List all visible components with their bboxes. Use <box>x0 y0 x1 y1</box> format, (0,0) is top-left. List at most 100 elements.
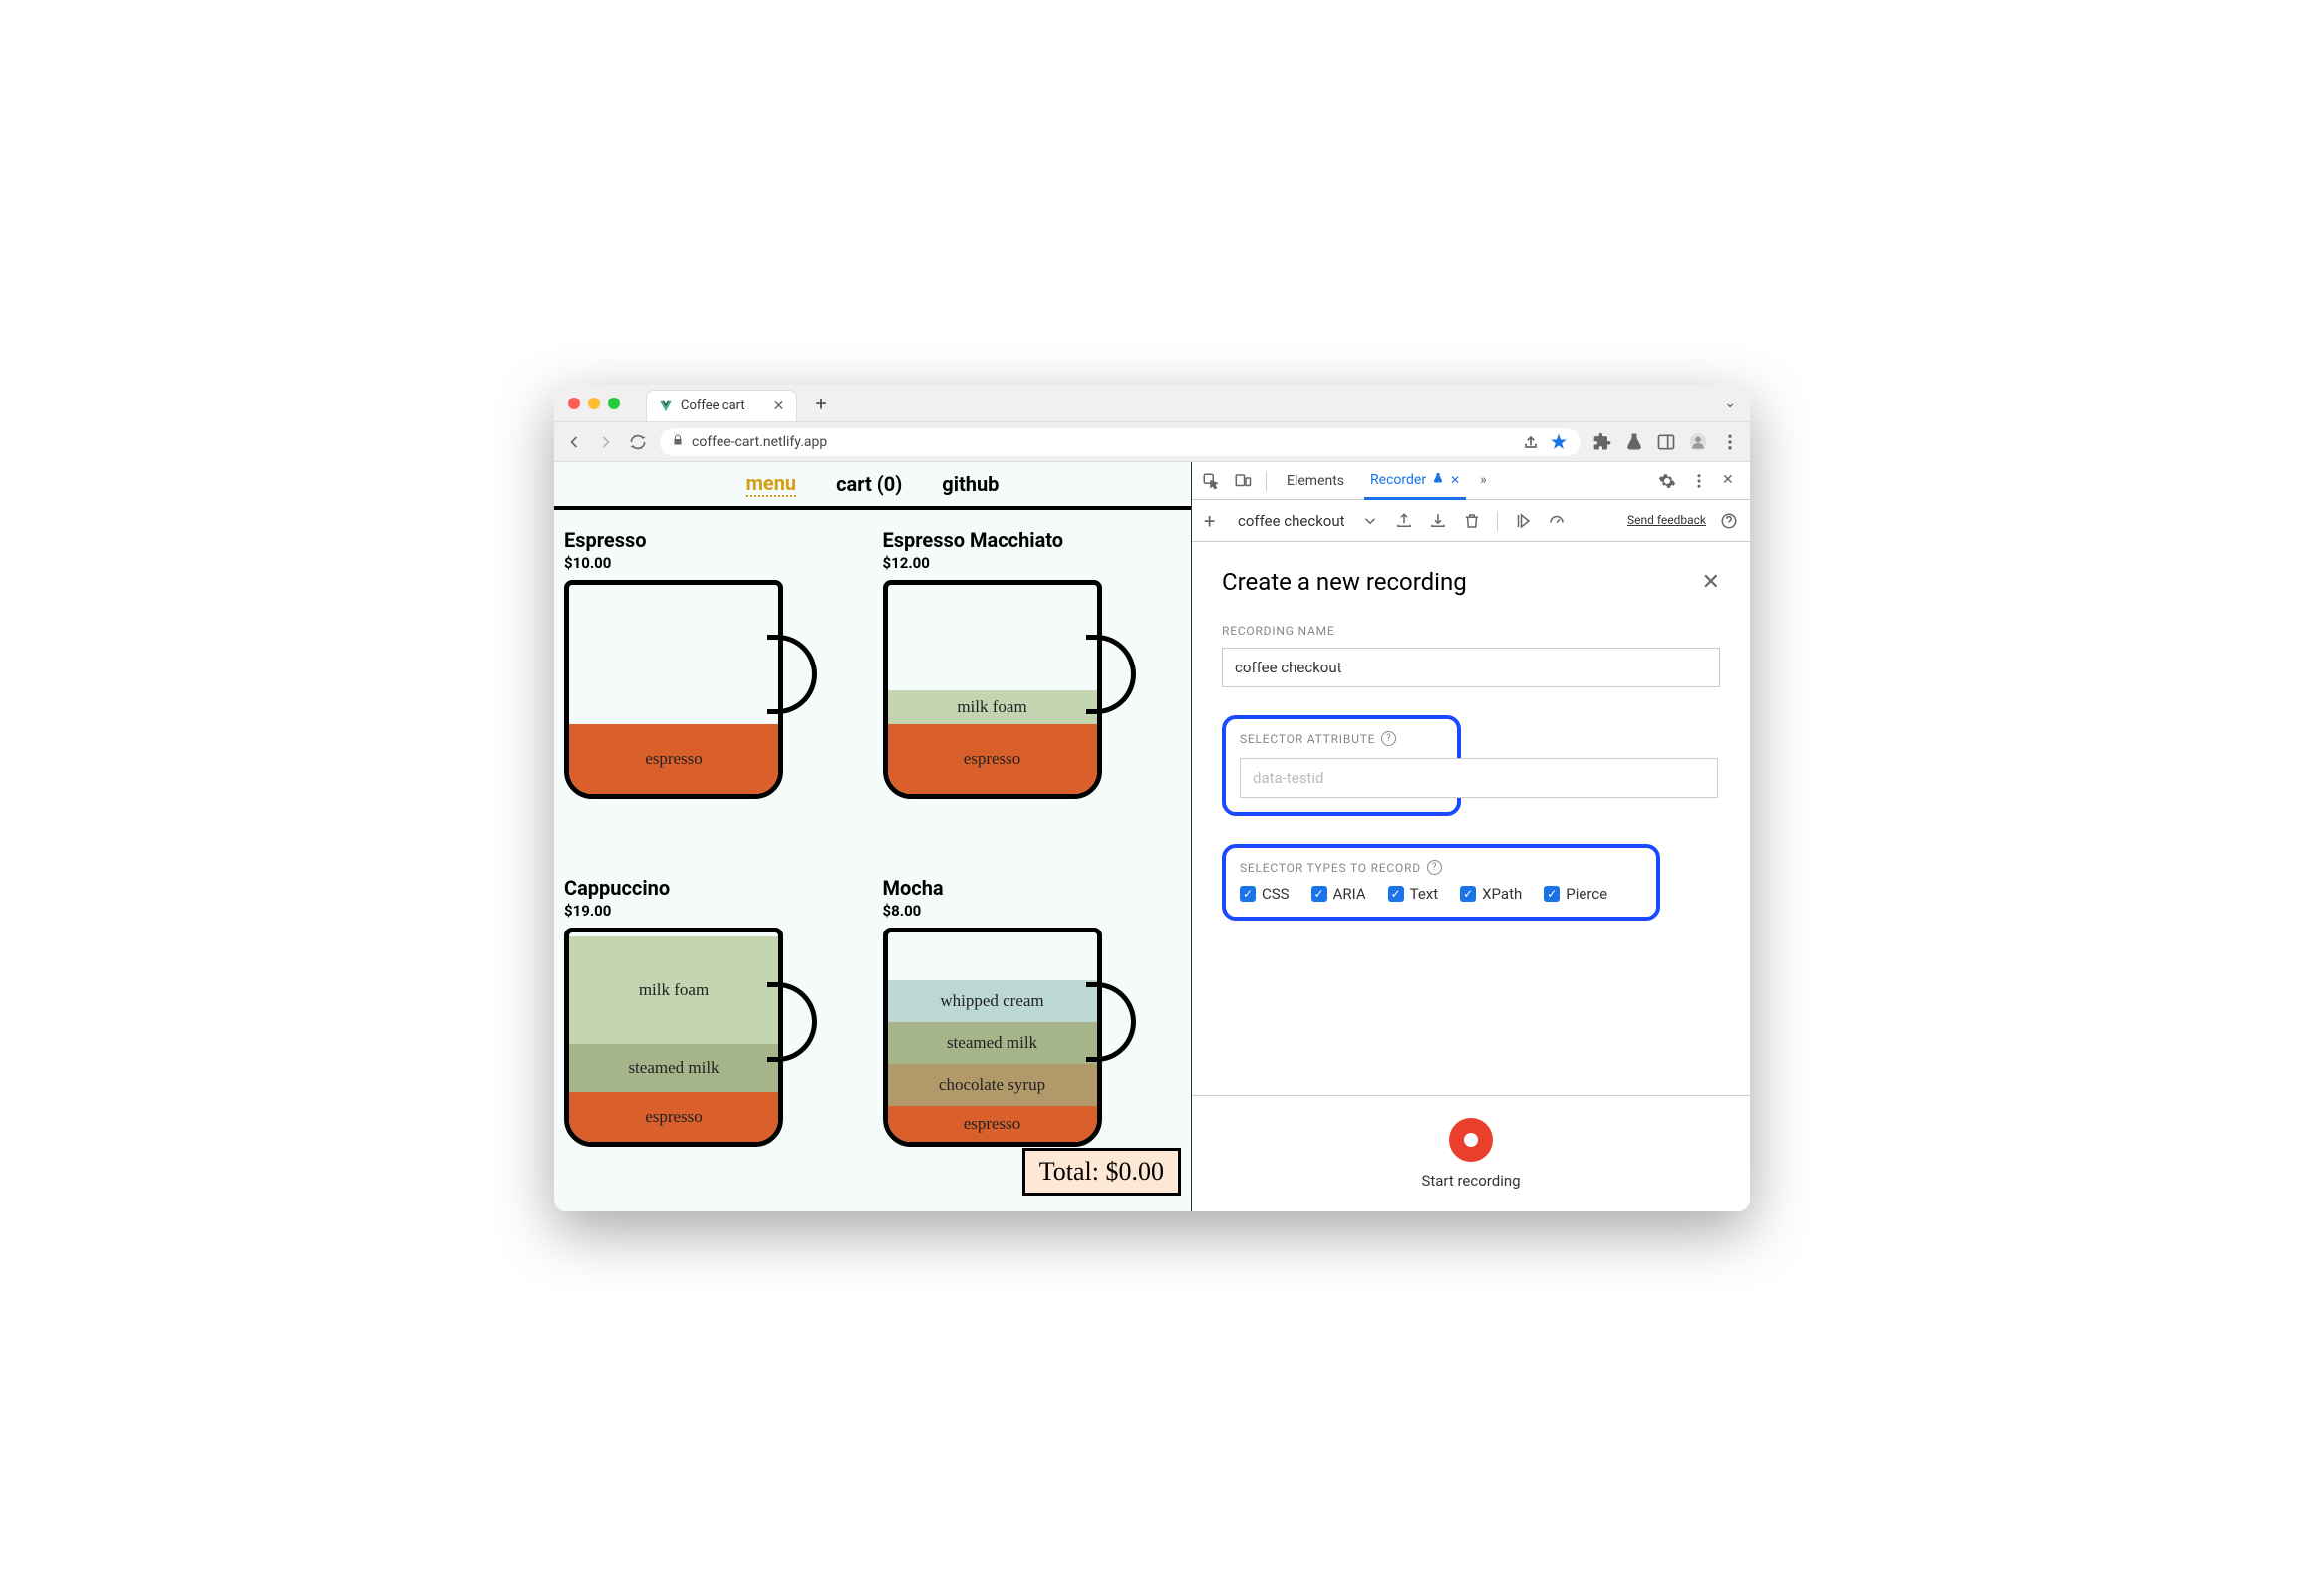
devtools-panel: Elements Recorder ✕ » ✕ + coffee checkou… <box>1192 462 1750 1211</box>
menu-item[interactable]: Mocha $8.00 espressochocolate syrupsteamed… <box>883 876 1182 1194</box>
nav-cart[interactable]: cart (0) <box>836 472 902 496</box>
content: menu cart (0) github Espresso$10.00espre… <box>554 462 1750 1211</box>
checkbox-xpath[interactable]: ✓XPath <box>1460 885 1522 903</box>
cup-layer: espresso <box>569 724 778 794</box>
start-recording-label: Start recording <box>1421 1172 1520 1190</box>
recorder-footer: Start recording <box>1192 1095 1750 1211</box>
send-feedback-link[interactable]: Send feedback <box>1627 514 1706 527</box>
page-nav: menu cart (0) github <box>554 462 1191 510</box>
flask-icon <box>1432 472 1444 488</box>
minimize-window-button[interactable] <box>588 398 600 409</box>
cup-layer: espresso <box>569 1092 778 1142</box>
extensions-icon[interactable] <box>1592 432 1612 452</box>
item-name: Mocha <box>883 876 1182 900</box>
panel-icon[interactable] <box>1656 432 1676 452</box>
nav-github[interactable]: github <box>942 472 999 496</box>
settings-icon[interactable] <box>1658 472 1676 490</box>
url-bar: coffee-cart.netlify.app <box>554 422 1750 462</box>
help-icon[interactable]: ? <box>1381 731 1396 746</box>
browser-tab[interactable]: Coffee cart ✕ <box>646 390 797 421</box>
checkbox-aria[interactable]: ✓ARIA <box>1311 885 1366 903</box>
back-button[interactable] <box>564 432 584 452</box>
checkbox-css[interactable]: ✓CSS <box>1240 885 1290 903</box>
cup-layer: steamed milk <box>569 1044 778 1092</box>
lock-icon <box>672 434 684 450</box>
tab-recorder[interactable]: Recorder ✕ <box>1364 462 1466 500</box>
checkbox-text[interactable]: ✓Text <box>1388 885 1439 903</box>
close-recorder-icon[interactable]: ✕ <box>1450 473 1460 487</box>
menu-item[interactable]: Espresso Macchiato$12.00espressomilk foa… <box>883 528 1182 846</box>
menu-item[interactable]: Cappuccino $19.00 espressosteamed milkmilk… <box>564 876 863 1194</box>
coffee-cup[interactable]: espressochocolate syrupsteamed milkwhipp… <box>883 928 1132 1147</box>
total-box[interactable]: Total: $0.00 <box>1022 1148 1181 1196</box>
selector-types-row: ✓CSS ✓ARIA ✓Text ✓XPath ✓Pierce <box>1240 885 1642 903</box>
titlebar: Coffee cart ✕ + ⌄ <box>554 385 1750 422</box>
browser-window: Coffee cart ✕ + ⌄ coffee-cart.netlify.ap… <box>554 385 1750 1211</box>
close-devtools-icon[interactable]: ✕ <box>1722 472 1740 490</box>
panel-title: Create a new recording <box>1222 568 1467 596</box>
url-text: coffee-cart.netlify.app <box>692 434 827 450</box>
bookmark-star-icon[interactable] <box>1549 432 1569 452</box>
delete-icon[interactable] <box>1463 512 1481 530</box>
devtools-tabs: Elements Recorder ✕ » ✕ <box>1192 462 1750 500</box>
tabs-chevron-icon[interactable]: ⌄ <box>1724 396 1736 411</box>
inspect-icon[interactable] <box>1202 472 1220 490</box>
menu-grid: Espresso$10.00espressoEspresso Macchiato… <box>554 510 1191 1211</box>
tab-title: Coffee cart <box>681 399 745 413</box>
panel-title-row: Create a new recording ✕ <box>1222 568 1720 596</box>
coffee-cup[interactable]: espressosteamed milkmilk foam <box>564 928 813 1147</box>
step-icon[interactable] <box>1514 512 1532 530</box>
export-icon[interactable] <box>1395 512 1413 530</box>
selector-attribute-highlight: SELECTOR ATTRIBUTE ? <box>1222 715 1461 816</box>
cup-layer: espresso <box>888 724 1097 794</box>
item-price: $19.00 <box>564 902 863 920</box>
address-bar[interactable]: coffee-cart.netlify.app <box>660 428 1581 456</box>
help-icon[interactable] <box>1720 512 1738 530</box>
add-recording-icon[interactable]: + <box>1204 512 1222 530</box>
menu-item[interactable]: Espresso$10.00espresso <box>564 528 863 846</box>
cup-layer: whipped cream <box>888 980 1097 1022</box>
help-icon[interactable]: ? <box>1427 860 1442 875</box>
recorder-toolbar: + coffee checkout Send feedback <box>1192 500 1750 542</box>
recording-name-input[interactable] <box>1222 648 1720 687</box>
nav-menu[interactable]: menu <box>746 471 797 497</box>
tab-recorder-label: Recorder <box>1370 472 1426 488</box>
close-window-button[interactable] <box>568 398 580 409</box>
start-recording-button[interactable] <box>1449 1118 1493 1162</box>
selector-types-highlight: SELECTOR TYPES TO RECORD ? ✓CSS ✓ARIA ✓T… <box>1222 844 1660 921</box>
device-icon[interactable] <box>1234 472 1252 490</box>
traffic-lights <box>568 398 620 409</box>
reload-button[interactable] <box>628 432 648 452</box>
selector-attribute-input[interactable] <box>1240 758 1718 798</box>
recorder-body: Create a new recording ✕ RECORDING NAME … <box>1192 542 1750 1095</box>
close-tab-icon[interactable]: ✕ <box>773 399 785 414</box>
selector-attribute-label: SELECTOR ATTRIBUTE ? <box>1240 731 1443 746</box>
recording-name-label: RECORDING NAME <box>1222 624 1720 638</box>
item-price: $12.00 <box>883 554 1182 572</box>
close-panel-icon[interactable]: ✕ <box>1702 570 1720 595</box>
more-tabs-icon[interactable]: » <box>1480 472 1496 490</box>
labs-icon[interactable] <box>1624 432 1644 452</box>
maximize-window-button[interactable] <box>608 398 620 409</box>
coffee-cup[interactable]: espresso <box>564 580 813 799</box>
item-name: Cappuccino <box>564 876 863 900</box>
recording-dropdown[interactable]: coffee checkout <box>1238 512 1345 530</box>
kebab-icon[interactable] <box>1690 472 1708 490</box>
forward-button[interactable] <box>596 432 616 452</box>
item-name: Espresso <box>564 528 863 552</box>
speed-icon[interactable] <box>1548 512 1566 530</box>
menu-icon[interactable] <box>1720 432 1740 452</box>
cup-layer: milk foam <box>569 936 778 1044</box>
share-icon[interactable] <box>1521 432 1541 452</box>
coffee-cup[interactable]: espressomilk foam <box>883 580 1132 799</box>
item-price: $8.00 <box>883 902 1182 920</box>
cup-layer: milk foam <box>888 690 1097 724</box>
tab-elements[interactable]: Elements <box>1281 462 1350 500</box>
selector-types-label: SELECTOR TYPES TO RECORD ? <box>1240 860 1642 875</box>
cup-layer: chocolate syrup <box>888 1064 1097 1106</box>
chevron-down-icon[interactable] <box>1361 512 1379 530</box>
new-tab-button[interactable]: + <box>815 392 826 415</box>
checkbox-pierce[interactable]: ✓Pierce <box>1544 885 1607 903</box>
profile-icon[interactable] <box>1688 432 1708 452</box>
import-icon[interactable] <box>1429 512 1447 530</box>
